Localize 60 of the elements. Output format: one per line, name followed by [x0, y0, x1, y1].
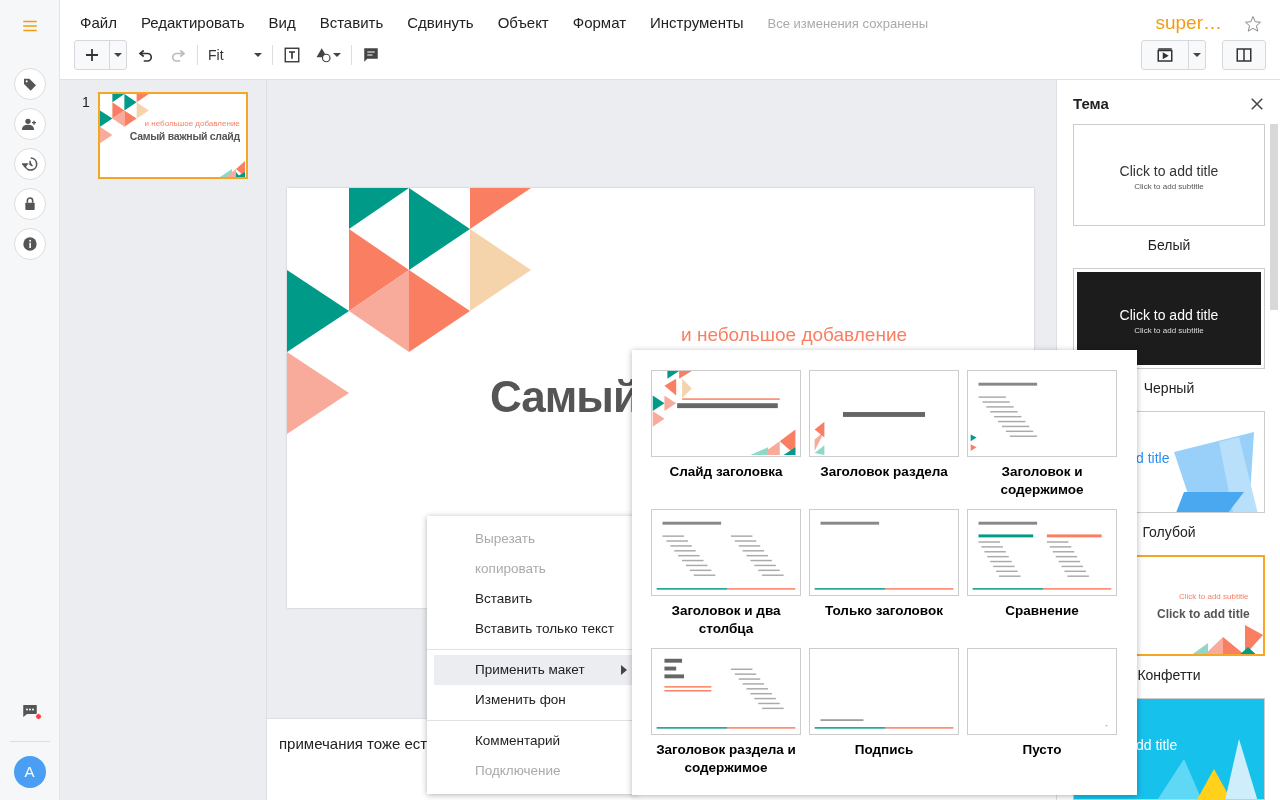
menu-item[interactable]: Инструменты [644, 12, 750, 35]
info-icon [21, 236, 38, 252]
slide-title: Самый важный слайд [129, 129, 240, 144]
layout-option[interactable]: Только заголовок [809, 509, 959, 648]
layout-option[interactable]: Заголовок раздела [809, 370, 959, 509]
history-button[interactable] [13, 148, 46, 180]
theme-preview-title: dd title [1136, 736, 1178, 756]
panel-title: Тема [1073, 93, 1109, 114]
layout-option[interactable]: Заголовок и два столбца [651, 509, 801, 648]
caret-icon [114, 53, 122, 57]
menu-item[interactable]: Объект [491, 12, 555, 35]
theme-thumbnail[interactable]: Click to add title Click to add subtitle [1073, 267, 1265, 370]
close-icon [1248, 95, 1266, 113]
caret-icon [1193, 53, 1201, 57]
present-icon [1156, 46, 1174, 64]
theme-preview-title: Click to add title [1119, 305, 1219, 325]
chat-icon [20, 702, 39, 720]
menu-item[interactable]: Формат [566, 12, 633, 35]
shapes-icon [315, 46, 333, 64]
slide-subtitle: и небольшое добавление [144, 118, 240, 130]
slide-number: 1 [82, 93, 90, 112]
history-icon [21, 156, 38, 172]
plus-icon [83, 46, 101, 64]
text-box-icon [283, 46, 301, 64]
tag-icon [21, 76, 38, 92]
theme-preview-title: Click to add title [1157, 605, 1250, 623]
share-button[interactable] [13, 108, 46, 140]
menu-item[interactable]: Сдвинуть [401, 12, 480, 35]
caret-icon [254, 53, 262, 57]
menu-item[interactable]: Вид [262, 12, 302, 35]
theme-preview-subtitle: Click to add subtitle [1179, 590, 1249, 603]
theme-name: Голубой [1141, 522, 1197, 542]
theme-name: Черный [1142, 379, 1196, 399]
zoom-dropdown[interactable]: Fit [204, 41, 266, 69]
layout-option[interactable]: Заголовок раздела и содержимое [651, 648, 801, 787]
tag-button[interactable] [13, 68, 46, 100]
theme-preview-title: Click to add title [1119, 162, 1219, 181]
theme-name: Белый [1146, 235, 1192, 255]
slide-subtitle: и небольшое добавление [681, 324, 908, 346]
layout-option[interactable]: Подпись [809, 648, 959, 787]
save-status: Все изменения сохранены [767, 14, 929, 33]
menu-item[interactable]: Вставить [313, 12, 390, 35]
caret-icon [333, 53, 341, 57]
star-icon [1244, 14, 1262, 33]
lock-button[interactable] [13, 188, 46, 220]
panel-icon [1235, 46, 1253, 64]
menu-item[interactable]: Файл [74, 12, 123, 35]
comment-icon [362, 46, 380, 64]
menu-item[interactable]: Редактировать [134, 12, 251, 35]
theme-thumbnail[interactable]: Click to add title Click to add subtitle [1073, 124, 1265, 226]
triangles-drawing [220, 161, 246, 177]
scrollbar[interactable] [1270, 124, 1278, 310]
slide-thumbnail[interactable]: и небольшое добавление Самый важный слайд [97, 92, 248, 179]
person-add-icon [21, 116, 38, 132]
info-button[interactable] [13, 228, 46, 260]
theme-name: Конфетти [1136, 666, 1202, 686]
theme-preview-subtitle: Click to add subtitle [1134, 324, 1204, 337]
theme-preview-subtitle: Click to add subtitle [1134, 181, 1204, 193]
layout-option[interactable]: Слайд заголовка [651, 370, 801, 509]
theme-preview-title: d title [1136, 449, 1170, 469]
